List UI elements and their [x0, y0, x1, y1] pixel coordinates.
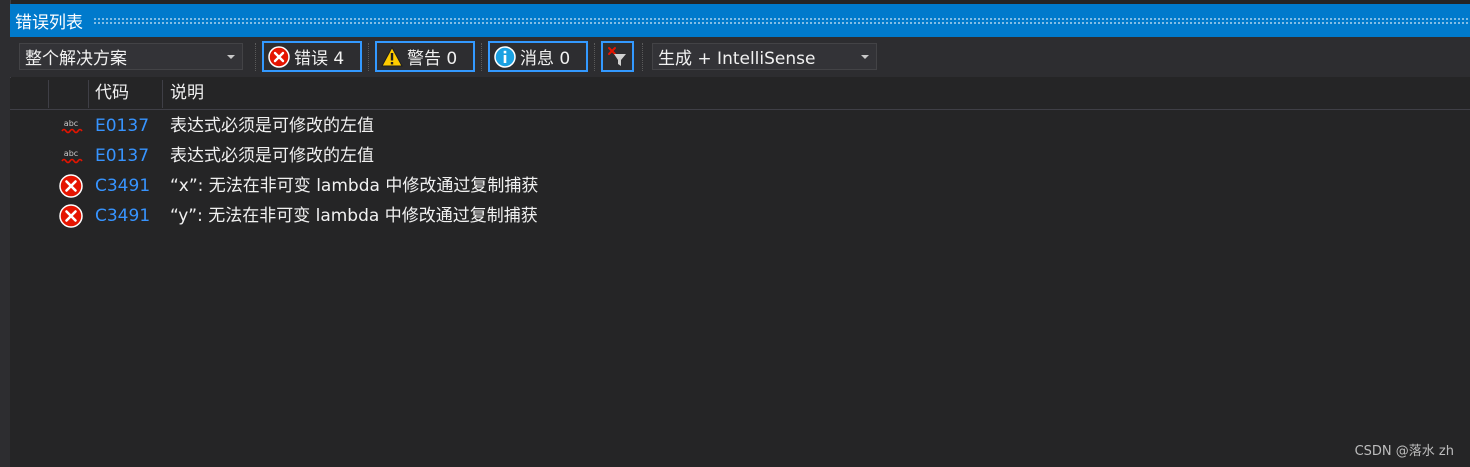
warning-icon [381, 45, 403, 66]
spelling-squiggle-icon: abc [61, 119, 83, 134]
info-icon [494, 45, 516, 68]
column-divider[interactable] [162, 80, 163, 108]
clear-filter-icon [607, 46, 626, 66]
toolbar-separator [594, 43, 596, 71]
error-icon [59, 174, 83, 198]
warnings-filter-label: 警告 0 [407, 49, 458, 69]
error-icon [59, 204, 83, 228]
table-row[interactable]: C3491 “x”: 无法在非可变 lambda 中修改通过复制捕获 [10, 171, 1470, 201]
toolbar-separator [481, 43, 483, 71]
errors-filter-label: 错误 4 [294, 49, 345, 69]
toolbar-separator [255, 43, 257, 71]
chevron-down-icon [861, 54, 869, 59]
error-list-window: 错误列表 整个解决方案 错误 4 警告 0 消息 0 生成 + IntelliS… [0, 0, 1470, 467]
column-divider[interactable] [48, 80, 49, 108]
column-header-icon[interactable] [50, 78, 88, 109]
toolbar: 整个解决方案 错误 4 警告 0 消息 0 生成 + IntelliSense [10, 37, 1470, 77]
svg-text:abc: abc [64, 149, 78, 158]
source-dropdown[interactable]: 生成 + IntelliSense [652, 43, 877, 70]
title-bar[interactable]: 错误列表 [10, 4, 1470, 37]
error-description: “y”: 无法在非可变 lambda 中修改通过复制捕获 [170, 206, 538, 226]
clear-filter-button[interactable] [601, 41, 634, 72]
chevron-down-icon [227, 54, 235, 59]
watermark: CSDN @落水 zh [1354, 444, 1454, 459]
grid-header: 代码 说明 [10, 78, 1470, 110]
title-grip[interactable] [93, 16, 1470, 25]
error-description: 表达式必须是可修改的左值 [170, 116, 374, 136]
error-icon [268, 45, 290, 68]
source-dropdown-value: 生成 + IntelliSense [658, 49, 816, 69]
scope-dropdown-value: 整个解决方案 [25, 49, 127, 69]
error-description: “x”: 无法在非可变 lambda 中修改通过复制捕获 [170, 176, 539, 196]
toolbar-separator [368, 43, 370, 71]
scope-dropdown[interactable]: 整个解决方案 [19, 43, 243, 70]
column-header-code[interactable]: 代码 [95, 78, 129, 109]
warnings-filter-button[interactable]: 警告 0 [375, 41, 475, 72]
svg-text:abc: abc [64, 119, 78, 128]
column-divider[interactable] [88, 80, 89, 108]
errors-filter-button[interactable]: 错误 4 [262, 41, 362, 72]
error-code-link[interactable]: C3491 [95, 171, 150, 201]
toolbar-separator [642, 43, 644, 71]
messages-filter-button[interactable]: 消息 0 [488, 41, 588, 72]
table-row[interactable]: abc E0137 表达式必须是可修改的左值 [10, 111, 1470, 141]
error-code-link[interactable]: E0137 [95, 141, 149, 171]
window-title: 错误列表 [15, 13, 83, 33]
error-grid: 代码 说明 abc E0137 表达式必须是可修改的左值 abc E0137 表… [10, 78, 1470, 467]
error-code-link[interactable]: E0137 [95, 111, 149, 141]
error-description: 表达式必须是可修改的左值 [170, 146, 374, 166]
spelling-squiggle-icon: abc [61, 149, 83, 164]
table-row[interactable]: abc E0137 表达式必须是可修改的左值 [10, 141, 1470, 171]
messages-filter-label: 消息 0 [520, 49, 571, 69]
column-header-description[interactable]: 说明 [170, 78, 204, 109]
table-row[interactable]: C3491 “y”: 无法在非可变 lambda 中修改通过复制捕获 [10, 201, 1470, 231]
error-code-link[interactable]: C3491 [95, 201, 150, 231]
